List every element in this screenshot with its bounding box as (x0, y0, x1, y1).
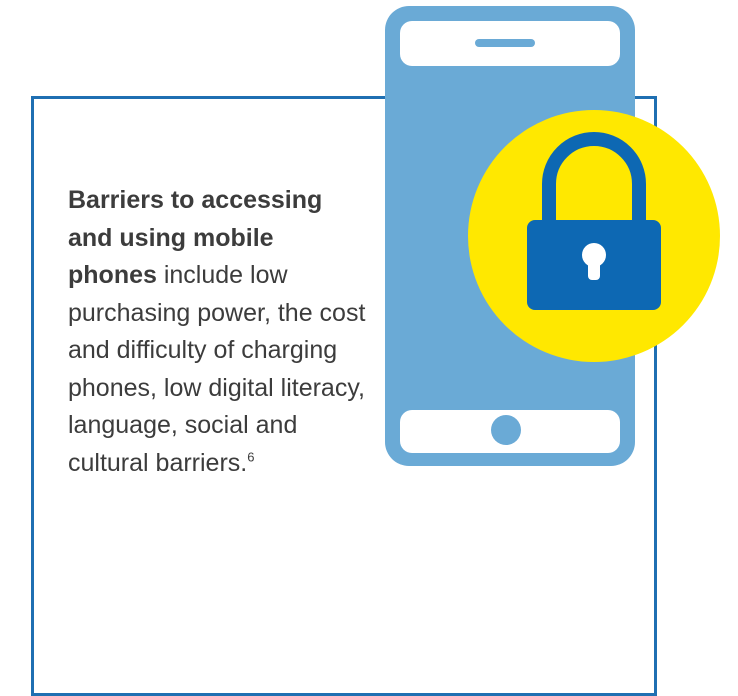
padlock-icon (468, 110, 720, 362)
phone-lock-illustration (385, 6, 720, 466)
